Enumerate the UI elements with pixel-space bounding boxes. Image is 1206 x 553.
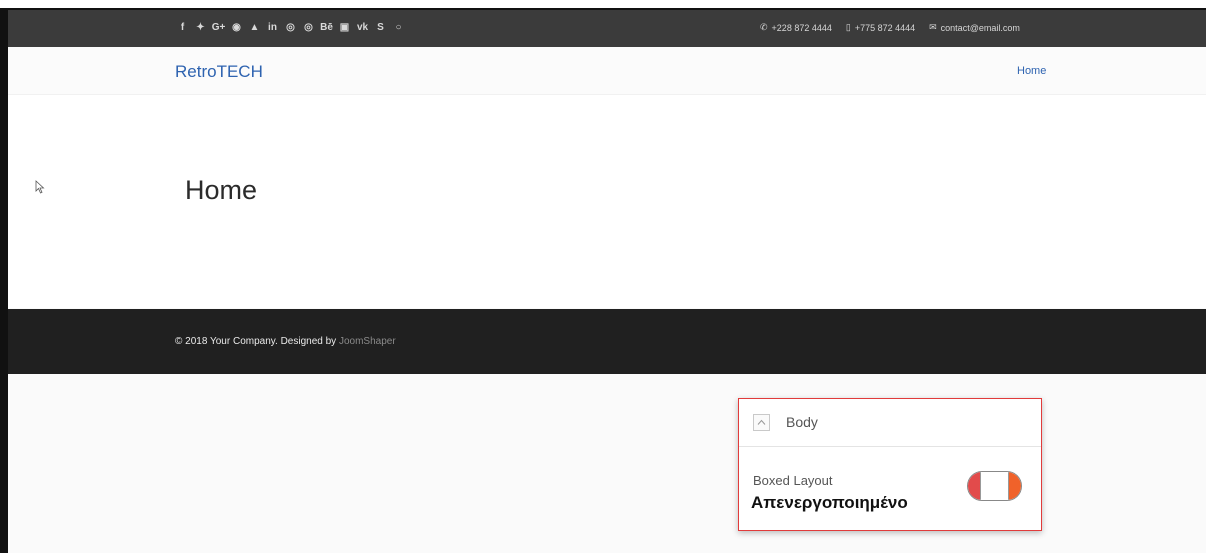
mobile-number: +775 872 4444 (854, 22, 916, 33)
social-icons: f ✦ G+ ◉ ▲ in ◎ ◎ Bē ▣ vk S ○ (175, 21, 409, 35)
boxed-layout-toggle[interactable] (967, 471, 1022, 501)
chevron-up-icon (757, 419, 766, 425)
toggle-state-text: Απενεργοποιημένο (751, 493, 908, 512)
site-footer: © 2018 Your Company. Designed by JoomSha… (8, 309, 1206, 374)
youtube-icon[interactable]: ▲ (247, 21, 262, 35)
contact-info: ✆ +228 872 4444 ▯ +775 872 4444 ✉ contact@e… (760, 22, 1034, 33)
email-address: contact@email.com (940, 22, 1020, 33)
toggle-knob (980, 472, 1009, 500)
envelope-icon: ✉ (929, 22, 937, 32)
flickr-icon[interactable]: ▣ (337, 21, 352, 35)
pinterest-icon[interactable]: ◉ (229, 21, 244, 35)
dribbble-icon[interactable]: ◎ (283, 21, 298, 35)
panel-header[interactable]: Body (739, 399, 1041, 447)
toggle-right-segment (1009, 472, 1021, 500)
mobile-icon: ▯ (845, 22, 851, 32)
nav-item-home[interactable]: Home (1017, 65, 1046, 77)
behance-icon[interactable]: Bē (319, 21, 334, 35)
facebook-icon[interactable]: f (175, 21, 190, 35)
settings-panel: Body Boxed Layout Απενεργοποιημένο (738, 398, 1042, 531)
main-navbar: RetroTECH Home (8, 47, 1206, 95)
window-frame-left (0, 8, 8, 553)
vk-icon[interactable]: vk (355, 21, 370, 35)
phone-number: +228 872 4444 (771, 22, 832, 33)
phone-contact[interactable]: ✆ +228 872 4444 (760, 22, 832, 33)
page-title: Home (185, 175, 258, 205)
collapse-button[interactable] (753, 414, 770, 431)
designer-link[interactable]: JoomShaper (339, 336, 396, 347)
page-content: Home (8, 95, 1206, 308)
skype-icon[interactable]: S (373, 21, 388, 35)
phone-icon: ✆ (760, 22, 768, 32)
mobile-contact[interactable]: ▯ +775 872 4444 (846, 22, 915, 33)
google-plus-icon[interactable]: G+ (211, 21, 226, 35)
instagram-icon[interactable]: ◎ (301, 21, 316, 35)
whatsapp-icon[interactable]: ○ (391, 21, 406, 35)
section-title: Body (786, 414, 818, 430)
linkedin-icon[interactable]: in (265, 21, 280, 35)
site-logo[interactable]: RetroTECH (175, 62, 263, 82)
toggle-left-segment (968, 472, 980, 500)
mouse-cursor-icon (35, 180, 45, 194)
email-contact[interactable]: ✉ contact@email.com (929, 22, 1020, 33)
top-bar: f ✦ G+ ◉ ▲ in ◎ ◎ Bē ▣ vk S ○ ✆ +228 872 … (8, 10, 1206, 47)
copyright-text: © 2018 Your Company. Designed by (175, 336, 337, 347)
boxed-layout-label: Boxed Layout (753, 473, 833, 488)
twitter-icon[interactable]: ✦ (193, 21, 208, 35)
footer-copyright: © 2018 Your Company. Designed by JoomSha… (175, 336, 396, 347)
